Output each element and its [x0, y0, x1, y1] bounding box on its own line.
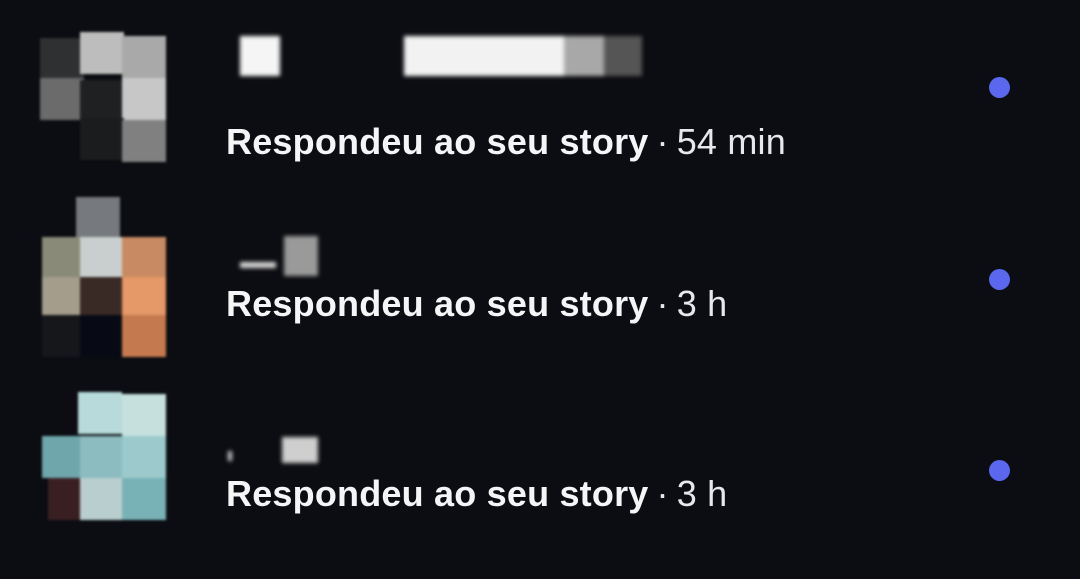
timestamp: 54 min	[676, 121, 786, 162]
avatar[interactable]	[38, 30, 168, 162]
notification-item[interactable]: Respondeu ao seu story · 54 min	[0, 20, 1080, 190]
unread-dot-icon	[989, 460, 1010, 481]
action-label: Respondeu ao seu story	[226, 121, 649, 162]
action-label: Respondeu ao seu story	[226, 473, 649, 514]
avatar[interactable]	[38, 388, 168, 520]
notification-text: Respondeu ao seu story · 3 h	[226, 282, 727, 326]
notification-text: Respondeu ao seu story · 54 min	[226, 120, 786, 164]
avatar[interactable]	[38, 193, 168, 357]
action-label: Respondeu ao seu story	[226, 283, 649, 324]
timestamp: 3 h	[676, 283, 728, 324]
notification-list: Respondeu ao seu story · 54 min Respondeu …	[0, 0, 1080, 579]
notification-item[interactable]: Respondeu ao seu story · 3 h	[0, 385, 1080, 555]
separator: ·	[656, 473, 669, 514]
separator: ·	[656, 283, 669, 324]
timestamp: 3 h	[676, 473, 728, 514]
notification-item[interactable]: Respondeu ao seu story · 3 h	[0, 190, 1080, 360]
username-redacted	[228, 236, 658, 280]
notification-text: Respondeu ao seu story · 3 h	[226, 472, 727, 516]
separator: ·	[656, 121, 669, 162]
username-redacted	[228, 34, 658, 78]
unread-dot-icon	[989, 77, 1010, 98]
unread-dot-icon	[989, 269, 1010, 290]
